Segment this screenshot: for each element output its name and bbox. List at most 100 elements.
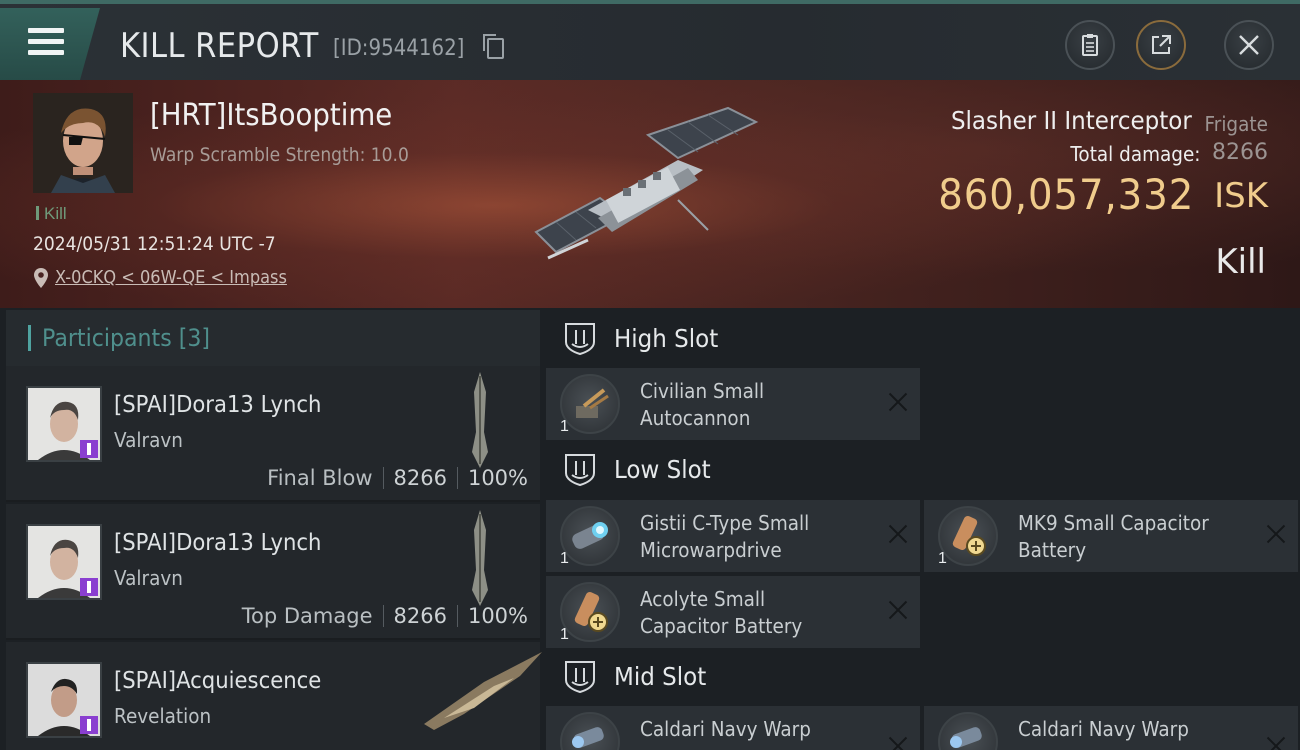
module-quantity: 1 (560, 550, 569, 567)
role-badge (80, 440, 98, 458)
kill-id: [ID:9544162] (333, 36, 465, 61)
menu-button[interactable] (0, 8, 100, 80)
slot-shield-icon (565, 323, 595, 356)
capacitor-battery-icon (938, 506, 998, 566)
warp-module-icon (938, 712, 998, 750)
kill-timestamp: 2024/05/31 12:51:24 UTC -7 (33, 233, 276, 255)
module-quantity: 1 (938, 550, 947, 567)
copy-icon[interactable] (483, 34, 504, 59)
low-slot-title: Low Slot (614, 455, 711, 484)
stat-separator (456, 605, 458, 627)
participant-name[interactable]: [SPAI]Acquiescence (114, 668, 321, 694)
slot-shield-icon (565, 661, 595, 694)
high-slot-header: High Slot (546, 310, 1300, 370)
remove-x-icon[interactable] (888, 524, 908, 544)
module-item[interactable]: 1 Acolyte Small Capacitor Battery (546, 576, 920, 648)
warp-scramble-strength: Warp Scramble Strength: 10.0 (150, 144, 409, 166)
participant-avatar[interactable] (26, 662, 102, 738)
stat-damage: 8266 (393, 604, 447, 628)
module-name: MK9 Small Capacitor Battery (1018, 511, 1209, 562)
revelation-ship-icon (424, 652, 542, 730)
slot-shield-icon (565, 454, 595, 487)
module-name: Civilian Small Autocannon (640, 379, 765, 430)
victim-name[interactable]: [HRT]ItsBooptime (150, 98, 392, 133)
mid-slot-title: Mid Slot (614, 662, 707, 691)
participant-ship: Valravn (114, 428, 183, 452)
participant-ship: Valravn (114, 566, 183, 590)
page-title: KILL REPORT (120, 26, 319, 66)
stat-damage: 8266 (393, 466, 447, 490)
ship-image (534, 106, 759, 260)
participant-name[interactable]: [SPAI]Dora13 Lynch (114, 530, 321, 556)
participant-row[interactable]: [SPAI]Dora13 Lynch Valravn Final Blow 826… (6, 366, 540, 502)
module-art (952, 515, 986, 556)
kill-tag: Kill (36, 204, 67, 224)
location-pin-icon (34, 268, 48, 288)
module-art (574, 591, 608, 632)
stat-percent: 100% (467, 604, 528, 628)
remove-x-icon[interactable] (888, 392, 908, 412)
module-art (572, 522, 608, 549)
participant-stats: Final Blow 8266 100% (267, 466, 528, 490)
autocannon-icon (560, 374, 620, 434)
module-item[interactable]: Caldari Navy Warp (546, 706, 920, 750)
mid-slot-header: Mid Slot (546, 648, 1300, 708)
participants-header: Participants [3] (6, 310, 540, 366)
module-item[interactable]: 1 Gistii C-Type Small Microwarpdrive (546, 500, 920, 572)
capacitor-battery-icon (560, 582, 620, 642)
stat-label: Final Blow (267, 466, 373, 490)
role-badge (80, 578, 98, 596)
report-button[interactable] (1065, 20, 1115, 70)
participants-title-text: Participants (42, 324, 172, 352)
low-slot-header: Low Slot (546, 441, 1300, 501)
warp-module-icon (560, 712, 620, 750)
victim-avatar[interactable] (33, 93, 133, 193)
role-badge (80, 716, 98, 734)
remove-x-icon[interactable] (1266, 524, 1286, 544)
victim-ship-class: Frigate (1204, 112, 1268, 136)
location-link[interactable]: X-0CKQ < 06W-QE < Impass (55, 267, 287, 288)
menu-icon-line (28, 50, 64, 55)
isk-value: 860,057,332 (938, 170, 1194, 219)
share-button[interactable] (1136, 20, 1186, 70)
stat-separator (456, 467, 458, 489)
valravn-ship-icon (472, 510, 488, 606)
module-art (950, 727, 982, 748)
header-accent-bar (28, 325, 31, 351)
menu-icon (28, 28, 64, 33)
remove-x-icon[interactable] (888, 736, 908, 750)
stat-label: Top Damage (241, 604, 373, 628)
participant-stats: Top Damage 8266 100% (242, 604, 528, 628)
module-name: Caldari Navy Warp (1018, 717, 1189, 741)
participant-avatar[interactable] (26, 386, 102, 462)
participant-name[interactable]: [SPAI]Dora13 Lynch (114, 392, 321, 418)
header-bar: KILL REPORT [ID:9544162] (0, 0, 1300, 84)
participant-row[interactable]: [SPAI]Acquiescence Revelation (6, 642, 542, 750)
remove-x-icon[interactable] (888, 600, 908, 620)
module-art (576, 388, 609, 418)
module-item[interactable]: 1 MK9 Small Capacitor Battery (924, 500, 1298, 572)
module-name: Gistii C-Type Small Microwarpdrive (640, 511, 810, 562)
avatar-image (33, 93, 133, 193)
remove-x-icon[interactable] (1266, 736, 1286, 750)
participant-row[interactable]: [SPAI]Dora13 Lynch Valravn Top Damage 826… (6, 504, 540, 640)
menu-icon-line (28, 39, 64, 44)
fittings-panel: High Slot 1 Civilian Small Autocannon Lo… (546, 310, 1300, 750)
module-name: Acolyte Small Capacitor Battery (640, 587, 803, 638)
participants-panel: Participants [3] [SPAI]Dora13 Lynch Valr… (6, 310, 542, 750)
microwarpdrive-icon (560, 506, 620, 566)
victim-ship-name[interactable]: Slasher II Interceptor (951, 106, 1192, 135)
module-item[interactable]: 1 Civilian Small Autocannon (546, 368, 920, 440)
export-icon (1152, 35, 1171, 54)
valravn-ship-icon (472, 372, 488, 468)
victim-banner: [HRT]ItsBooptime Warp Scramble Strength:… (0, 80, 1300, 308)
participants-title: Participants [3] (42, 324, 210, 352)
total-damage-value: 8266 (1212, 140, 1268, 165)
module-name: Caldari Navy Warp (640, 717, 811, 741)
close-button[interactable] (1224, 20, 1274, 70)
module-quantity: 1 (560, 626, 569, 643)
participant-avatar[interactable] (26, 524, 102, 600)
close-icon (1239, 35, 1259, 55)
participants-count: [3] (178, 324, 211, 352)
module-item[interactable]: Caldari Navy Warp (924, 706, 1298, 750)
